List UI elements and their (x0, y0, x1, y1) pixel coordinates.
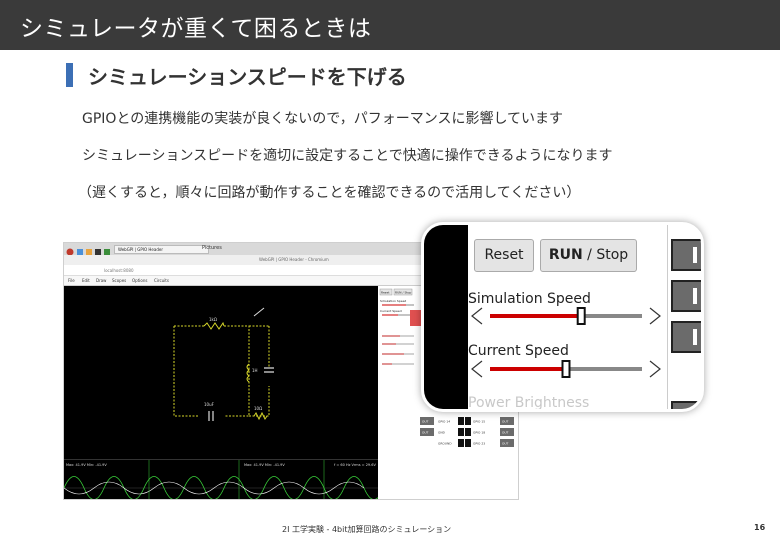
scope-text-mid: Max: 41.9V Min: -41.9V (244, 463, 285, 467)
gpio-cell-7: OUT (502, 431, 509, 435)
scope-text-left: Max: 41.9V Min: -41.9V (66, 463, 107, 467)
side-button-3[interactable] (671, 321, 701, 353)
gpio-cell-2: GPIO 15 (473, 420, 485, 424)
menu-circuits: Circuits (154, 278, 169, 283)
zoom-canvas-edge (424, 225, 468, 409)
zoom-side-buttons (668, 225, 701, 409)
url-text: localhost:8080 (104, 268, 134, 273)
mini-reset-label: Reset (381, 291, 390, 295)
folder-label: Pictures (202, 245, 222, 251)
side-button-1[interactable] (671, 239, 701, 271)
run-stop-button[interactable]: RUN / Stop (540, 239, 637, 272)
side-button-2[interactable] (671, 280, 701, 312)
simulation-speed-slider[interactable] (468, 305, 668, 327)
window-title: WebGPI | GPIO Header - Chromium (259, 257, 329, 262)
menu-options: Options (132, 278, 148, 283)
section-heading: シミュレーションスピードを下げる (88, 65, 407, 89)
gpio-cell-1: GPIO 14 (438, 420, 450, 424)
slide-title: シミュレータが重くて困るときは (20, 16, 372, 42)
gpio-cell-6: GND (438, 431, 446, 435)
stop-label: / Stop (582, 247, 629, 263)
heading-marker (66, 63, 73, 87)
gpio-cell-10: OUT (502, 442, 509, 446)
oscilloscope-strip: Max: 41.9V Min: -41.9V Max: 41.9V Min: -… (64, 459, 385, 499)
circuit-diagram: 1kΩ 1H 10uF 10Ω (173, 307, 274, 421)
browser-tab: WebGPI | GPIO Header (114, 245, 209, 254)
current-speed-slider[interactable] (468, 358, 668, 380)
menu-file: File (68, 278, 75, 283)
menu-draw: Draw (96, 278, 107, 283)
circuit-label-r2: 10Ω (254, 406, 262, 411)
chevron-left-icon (471, 307, 483, 325)
menu-scopes: Scopes (112, 278, 127, 283)
mini-sim-label: Simulation Speed (380, 299, 406, 303)
zoom-controls: Reset RUN / Stop Simulation Speed Curren… (468, 225, 668, 411)
menu-edit: Edit (82, 278, 90, 283)
run-label: RUN (548, 247, 583, 263)
gpio-cell-5: GPIO 18 (473, 431, 485, 435)
body-line-3: （遅くすると，順々に回路が動作することを確認できるので活用してください） (78, 185, 581, 201)
circuit-label-r1: 1kΩ (209, 317, 217, 322)
zoomed-control-panel: Reset RUN / Stop Simulation Speed Curren… (421, 222, 704, 412)
gpio-grid: OUT GPIO 14 GPIO 15 OUT OUT GPIO 18 GND … (420, 417, 514, 447)
chevron-left-icon (471, 360, 483, 378)
body-line-2: シミュレーションスピードを適切に設定することで快適に操作できるようになります (82, 148, 613, 164)
circuit-canvas: 1kΩ 1H 10uF 10Ω (64, 286, 378, 459)
mini-cur-label: Current Speed (380, 309, 402, 313)
current-speed-label: Current Speed (468, 343, 569, 359)
gpio-cell-8: GROUND (438, 442, 452, 446)
oscilloscope-waves: Max: 41.9V Min: -41.9V Max: 41.9V Min: -… (64, 460, 385, 499)
scope-text-right: f = 60 Hz Vrms = 29.6V (334, 463, 376, 467)
mini-run-label: RUN / Stop (395, 291, 411, 295)
gpio-cell-3: OUT (502, 420, 509, 424)
gpio-table: OUT GPIO 14 GPIO 15 OUT OUT GPIO 18 GND … (420, 415, 516, 453)
circuit-label-l1: 1H (252, 368, 258, 373)
reset-button[interactable]: Reset (474, 239, 534, 272)
circuit-label-c1: 10uF (204, 402, 215, 407)
body-line-1: GPIOとの連携機能の実装が良くないので，パフォーマンスに影響しています (82, 111, 564, 127)
gpio-cell-4: OUT (422, 431, 429, 435)
side-button-4[interactable] (671, 401, 701, 409)
page-number: 16 (754, 523, 766, 532)
slide-footer: 2I 工学実験 - 4bit加算回路のシミュレーション (282, 525, 452, 534)
power-brightness-label: Power Brightness (468, 395, 590, 411)
gpio-cell-9: GPIO 23 (473, 442, 485, 446)
chevron-right-icon (649, 360, 661, 378)
gpio-cell-0: OUT (422, 420, 429, 424)
slide-title-bar: シミュレータが重くて困るときは (0, 0, 780, 50)
chevron-right-icon (649, 307, 661, 325)
